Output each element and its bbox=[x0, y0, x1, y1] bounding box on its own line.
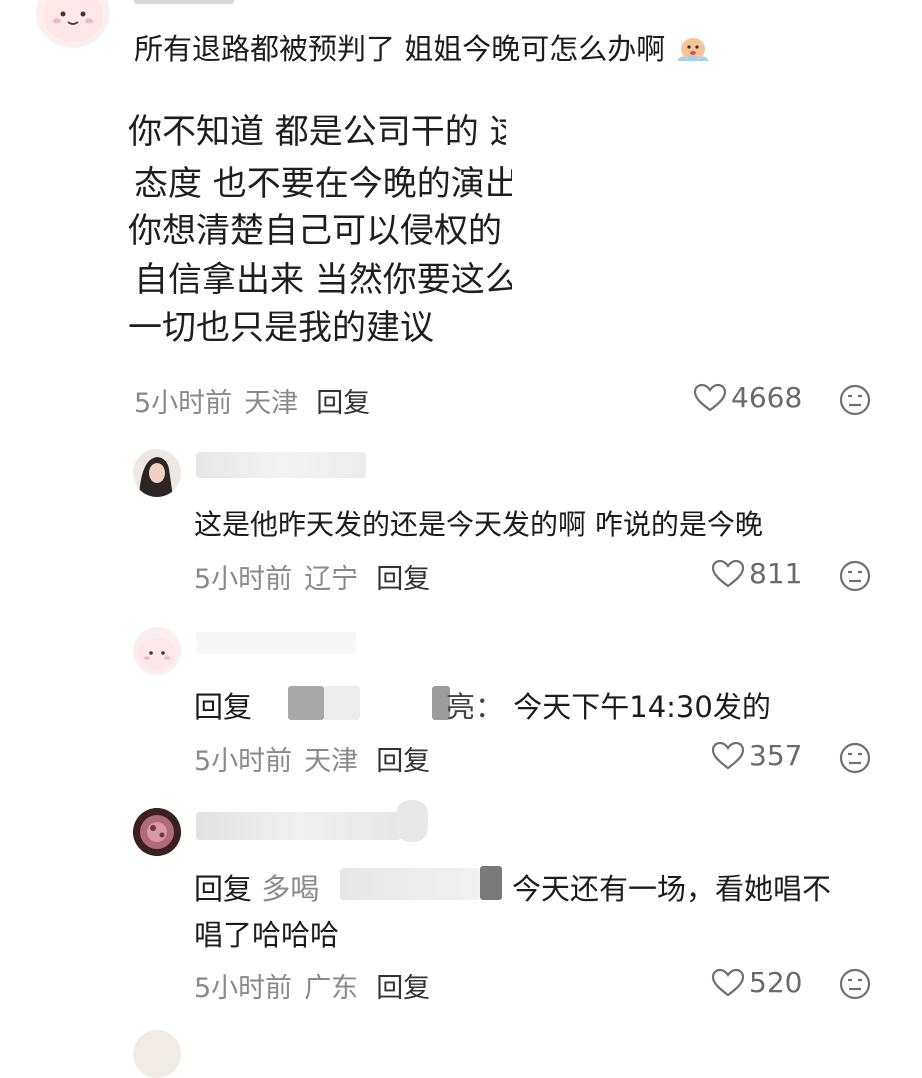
mention-partial: 多喝 bbox=[261, 872, 320, 906]
like-count: 357 bbox=[749, 739, 803, 772]
quote-line: 你不知道 都是公司干的 这 bbox=[128, 112, 506, 152]
neutral-face-icon bbox=[839, 384, 871, 416]
neutral-face-icon bbox=[839, 968, 871, 1000]
reply-text: 回复 bbox=[194, 684, 252, 726]
reply-text: 亮： 今天下午14:30发的 bbox=[446, 684, 771, 726]
username-blur bbox=[196, 452, 366, 478]
location-label: 天津 bbox=[244, 388, 299, 419]
commenter-avatar[interactable] bbox=[36, 0, 110, 48]
food-photo-icon bbox=[133, 808, 181, 856]
reply-button[interactable]: 回复 bbox=[316, 388, 370, 419]
dislike-button[interactable] bbox=[838, 559, 872, 597]
face-in-clouds-emoji-icon bbox=[677, 38, 710, 61]
location-label: 天津 bbox=[304, 746, 359, 777]
quote-line: 自信拿出来 当然你要这么 bbox=[134, 260, 512, 300]
time-label: 5小时前 bbox=[194, 564, 293, 595]
username-blur bbox=[196, 812, 401, 840]
reply-body: 唱了哈哈哈 bbox=[194, 918, 340, 952]
quote-line: 你想清楚自己可以侵权的 bbox=[128, 211, 502, 251]
dislike-button[interactable] bbox=[838, 383, 872, 421]
mention-blur bbox=[480, 866, 502, 900]
reply-prefix: 回复 bbox=[194, 872, 253, 906]
username-blur bbox=[196, 632, 356, 654]
like-button[interactable]: 520 bbox=[711, 966, 802, 999]
reply-button[interactable]: 回复 bbox=[376, 564, 430, 595]
mention-blur bbox=[340, 868, 480, 900]
mention-blur bbox=[288, 686, 324, 720]
mention-blur bbox=[324, 686, 360, 720]
neutral-face-icon bbox=[839, 560, 871, 592]
quote-line: 态度 也不要在今晚的演出 bbox=[134, 164, 512, 204]
comment-body: 所有退路都被预判了 姐姐今晚可怎么办啊 bbox=[134, 32, 666, 66]
user-photo-icon bbox=[133, 449, 181, 497]
like-count: 811 bbox=[749, 557, 803, 590]
time-label: 5小时前 bbox=[194, 746, 293, 777]
heart-icon bbox=[711, 559, 745, 587]
reply-meta: 5小时前 天津 回复 bbox=[194, 739, 430, 778]
quote-line: 一切也只是我的建议 bbox=[128, 308, 434, 348]
heart-icon bbox=[693, 383, 727, 411]
heart-icon bbox=[711, 968, 745, 996]
time-label: 5小时前 bbox=[134, 388, 233, 419]
neutral-face-icon bbox=[839, 742, 871, 774]
heart-icon bbox=[711, 741, 745, 769]
dislike-button[interactable] bbox=[838, 741, 872, 779]
username-blur bbox=[396, 800, 428, 842]
reply-text: 回复 多喝 bbox=[194, 866, 319, 908]
reply-avatar[interactable] bbox=[133, 808, 181, 856]
reply-prefix: 回复 bbox=[194, 690, 253, 724]
comment-text: 所有退路都被预判了 姐姐今晚可怎么办啊 bbox=[134, 26, 712, 68]
dislike-button[interactable] bbox=[838, 967, 872, 1005]
like-button[interactable]: 4668 bbox=[693, 381, 802, 414]
time-label: 5小时前 bbox=[194, 973, 293, 1004]
reply-button[interactable]: 回复 bbox=[376, 973, 430, 1004]
reply-body: 今天还有一场，看她唱不 bbox=[512, 872, 832, 906]
reply-avatar[interactable] bbox=[133, 449, 181, 497]
username-blur bbox=[134, 0, 234, 4]
location-label: 广东 bbox=[304, 973, 359, 1004]
cartoon-avatar-icon bbox=[138, 638, 176, 670]
reply-avatar[interactable] bbox=[133, 627, 181, 675]
comment-meta: 5小时前 天津 回复 bbox=[134, 381, 370, 420]
like-count: 4668 bbox=[731, 381, 803, 414]
like-count: 520 bbox=[749, 966, 803, 999]
reply-body: 今天下午14:30发的 bbox=[513, 690, 771, 724]
reply-text: 这是他昨天发的还是今天发的啊 咋说的是今晚 bbox=[194, 508, 763, 541]
location-label: 辽宁 bbox=[304, 564, 359, 595]
colon: ： bbox=[475, 690, 505, 724]
like-button[interactable]: 357 bbox=[711, 739, 802, 772]
reply-button[interactable]: 回复 bbox=[376, 746, 430, 777]
next-reply-avatar[interactable] bbox=[133, 1030, 181, 1078]
reply-meta: 5小时前 广东 回复 bbox=[194, 966, 430, 1005]
cartoon-avatar-icon bbox=[43, 0, 103, 42]
like-button[interactable]: 811 bbox=[711, 557, 802, 590]
reply-meta: 5小时前 辽宁 回复 bbox=[194, 557, 430, 596]
mention-tail: 亮 bbox=[446, 690, 476, 724]
